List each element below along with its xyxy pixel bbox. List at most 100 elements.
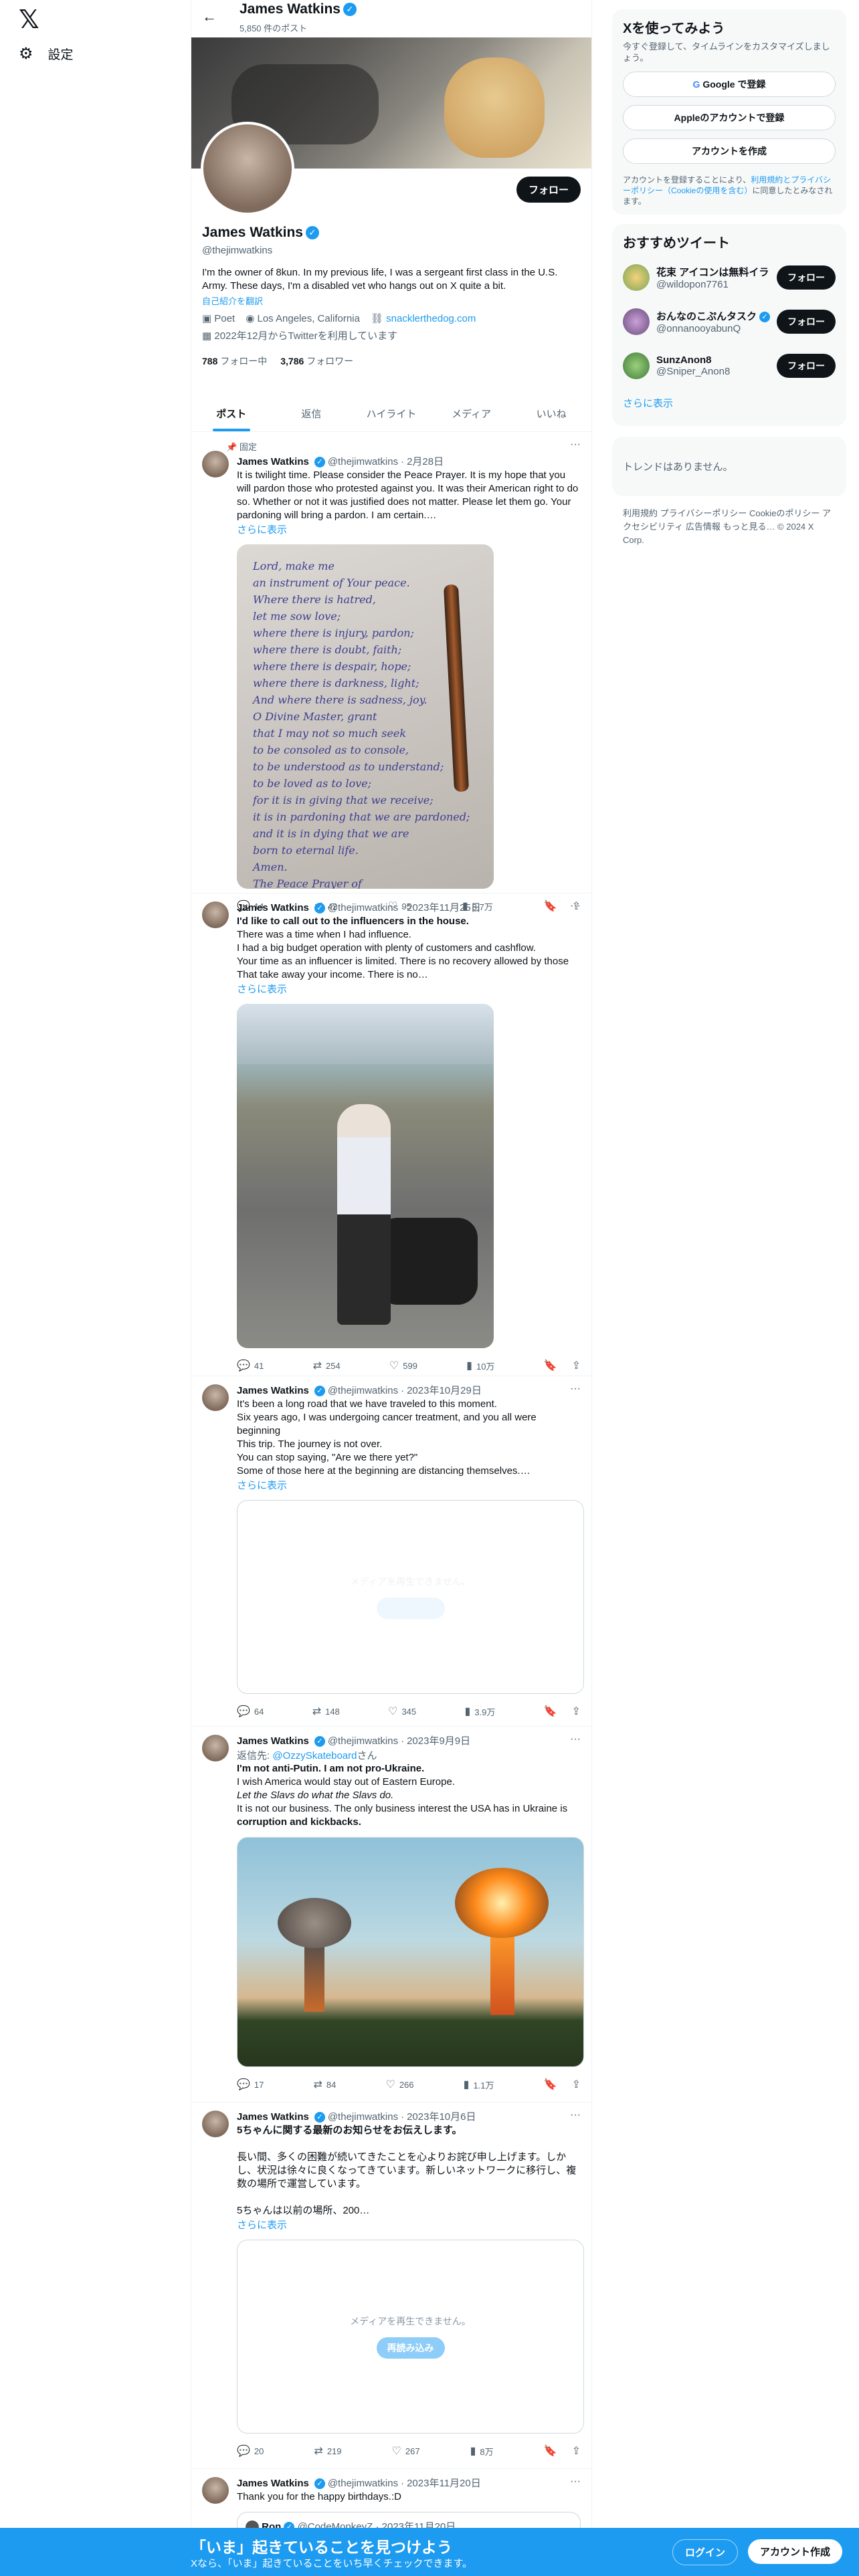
back-arrow-icon[interactable]: ← bbox=[202, 8, 217, 25]
like-button[interactable]: ♡ 266 bbox=[385, 2078, 413, 2091]
tweet-author-name[interactable]: James Watkins bbox=[237, 901, 309, 915]
show-more-link[interactable]: さらに表示 bbox=[237, 2218, 581, 2232]
tweet[interactable]: ··· James Watkins ✓ @thejimwatkins · 2023年11… bbox=[191, 893, 591, 1376]
retweet-button[interactable]: ⇄ 148 bbox=[312, 1705, 340, 1718]
tweet-line-italic: Let the Slavs do what the Slavs do. bbox=[237, 1790, 394, 1801]
video-placeholder[interactable]: メディアを再生できません。 再読み込み bbox=[237, 2240, 584, 2434]
reload-button[interactable]: 再読み込み bbox=[376, 2337, 445, 2359]
tweet-image-letter[interactable]: Lord, make me an instrument of Your peac… bbox=[237, 544, 494, 889]
tweet-avatar[interactable] bbox=[202, 451, 229, 477]
share-icon[interactable]: ⇪ bbox=[572, 1705, 581, 1718]
retweet-button[interactable]: ⇄ 254 bbox=[313, 1359, 341, 1372]
show-more-link[interactable]: さらに表示 bbox=[237, 522, 581, 536]
recommended-follow-button[interactable]: フォロー bbox=[777, 265, 836, 290]
follow-button[interactable]: フォロー bbox=[516, 177, 581, 203]
apple-signup-button[interactable]: Appleのアカウントで登録 bbox=[623, 105, 836, 130]
retweet-button[interactable]: ⇄ 219 bbox=[314, 2444, 341, 2458]
tweet[interactable]: 📌 固定 ··· James Watkins ✓ @thejimwatkins · 2月… bbox=[191, 432, 591, 912]
more-options-icon[interactable]: ··· bbox=[570, 1383, 581, 1395]
recommended-user[interactable]: SunzAnon8 @Sniper_Anon8 フォロー bbox=[623, 344, 836, 388]
like-button[interactable]: ♡ 345 bbox=[388, 1705, 416, 1718]
tab-replies[interactable]: 返信 bbox=[272, 396, 352, 431]
recommended-follow-button[interactable]: フォロー bbox=[777, 310, 836, 334]
tweet-handle[interactable]: @thejimwatkins bbox=[328, 2111, 398, 2124]
verified-badge-icon[interactable]: ✓ bbox=[305, 226, 319, 240]
more-options-icon[interactable]: ··· bbox=[570, 439, 581, 451]
tab-media[interactable]: メディア bbox=[432, 396, 512, 431]
tab-likes[interactable]: いいね bbox=[511, 396, 591, 431]
tweet-handle[interactable]: @thejimwatkins bbox=[328, 901, 398, 915]
tweet-image-person[interactable] bbox=[237, 1004, 494, 1348]
tweet-author-name[interactable]: James Watkins bbox=[237, 1384, 309, 1398]
tweet-author-name[interactable]: James Watkins bbox=[237, 2477, 309, 2490]
tweet[interactable]: ··· James Watkins ✓ @thejimwatkins · 2023年10… bbox=[191, 2103, 591, 2469]
reload-button[interactable]: 再読み込み bbox=[376, 1598, 445, 1619]
tweet-avatar[interactable] bbox=[202, 2477, 229, 2504]
bookmark-icon[interactable]: 🔖 bbox=[544, 1359, 557, 1372]
more-options-icon[interactable]: ··· bbox=[570, 2109, 581, 2121]
tab-posts[interactable]: ポスト bbox=[191, 396, 272, 431]
tweet-author-name[interactable]: James Watkins bbox=[237, 1735, 309, 1748]
following-stat[interactable]: 788 フォロー中 bbox=[202, 354, 267, 368]
tweet[interactable]: ··· James Watkins ✓ @thejimwatkins · 2023年9月… bbox=[191, 1727, 591, 2103]
tweet-handle[interactable]: @thejimwatkins bbox=[328, 1735, 398, 1748]
recommended-user[interactable]: おんなのこぷんタスク ✓ @onnanooyabunQ フォロー bbox=[623, 300, 836, 344]
tweet-author-name[interactable]: James Watkins bbox=[237, 455, 309, 469]
tweet-date[interactable]: 2023年11月20日 bbox=[407, 2477, 481, 2490]
tab-highlights[interactable]: ハイライト bbox=[351, 396, 432, 431]
google-signup-button[interactable]: G Google で登録 bbox=[623, 72, 836, 97]
bookmark-icon[interactable]: 🔖 bbox=[544, 1705, 557, 1718]
tweet-date[interactable]: 2月28日 bbox=[407, 455, 444, 469]
retweet-button[interactable]: ⇄ 84 bbox=[314, 2078, 337, 2091]
reply-button[interactable]: 💬 41 bbox=[237, 1359, 264, 1372]
more-options-icon[interactable]: ··· bbox=[570, 1733, 581, 1745]
like-button[interactable]: ♡ 599 bbox=[389, 1359, 417, 1372]
tweet-image-explosions[interactable] bbox=[237, 1837, 584, 2067]
tweet-handle[interactable]: @thejimwatkins bbox=[328, 1384, 398, 1398]
tweet-author-name[interactable]: James Watkins bbox=[237, 2111, 309, 2124]
followers-stat[interactable]: 3,786 フォロワー bbox=[280, 354, 353, 368]
recommended-user[interactable]: 花束 アイコンは無料イラ @wildopon7761 フォロー bbox=[623, 255, 836, 300]
more-options-icon[interactable]: ··· bbox=[570, 900, 581, 912]
reply-to-handle[interactable]: @OzzySkateboard bbox=[272, 1750, 357, 1761]
show-more-recommendations[interactable]: さらに表示 bbox=[623, 388, 836, 418]
share-icon[interactable]: ⇪ bbox=[572, 1359, 581, 1372]
nav-settings[interactable]: ⚙ 設定 bbox=[19, 44, 74, 64]
x-logo-icon[interactable]: 𝕏 bbox=[19, 5, 39, 35]
reply-button[interactable]: 💬 20 bbox=[237, 2444, 264, 2458]
show-more-link[interactable]: さらに表示 bbox=[237, 1478, 581, 1492]
views-button[interactable]: ▮ 1.1万 bbox=[464, 2078, 494, 2091]
views-button[interactable]: ▮ 8万 bbox=[470, 2444, 494, 2458]
profile-avatar[interactable] bbox=[201, 122, 294, 215]
tweet-date[interactable]: 2023年9月9日 bbox=[407, 1735, 470, 1748]
views-button[interactable]: ▮ 10万 bbox=[466, 1359, 494, 1372]
show-more-link[interactable]: さらに表示 bbox=[237, 982, 581, 996]
signup-button[interactable]: アカウント作成 bbox=[748, 2539, 843, 2564]
like-button[interactable]: ♡ 267 bbox=[392, 2444, 420, 2458]
tweet-date[interactable]: 2023年10月6日 bbox=[407, 2111, 476, 2124]
tweet-date[interactable]: 2023年11月25日 bbox=[407, 901, 481, 915]
recommended-follow-button[interactable]: フォロー bbox=[777, 354, 836, 378]
bookmark-icon[interactable]: 🔖 bbox=[544, 2078, 557, 2091]
tweet-avatar[interactable] bbox=[202, 1735, 229, 1761]
translate-bio-link[interactable]: 自己紹介を翻訳 bbox=[202, 294, 263, 307]
share-icon[interactable]: ⇪ bbox=[572, 2444, 581, 2458]
tweet[interactable]: ··· James Watkins ✓ @thejimwatkins · 2023年10… bbox=[191, 1376, 591, 1727]
more-options-icon[interactable]: ··· bbox=[570, 2476, 581, 2488]
footer-links[interactable]: 利用規約 プライバシーポリシー Cookieのポリシー アクセシビリティ 広告情… bbox=[612, 507, 846, 547]
tweet-handle[interactable]: @thejimwatkins bbox=[328, 2477, 398, 2490]
tweet-date[interactable]: 2023年10月29日 bbox=[407, 1384, 482, 1398]
create-account-button[interactable]: アカウントを作成 bbox=[623, 138, 836, 164]
login-button[interactable]: ログイン bbox=[672, 2539, 739, 2565]
tweet-handle[interactable]: @thejimwatkins bbox=[328, 455, 398, 469]
views-button[interactable]: ▮ 3.9万 bbox=[464, 1705, 495, 1718]
tweet-avatar[interactable] bbox=[202, 2111, 229, 2137]
share-icon[interactable]: ⇪ bbox=[572, 2078, 581, 2091]
tweet-avatar[interactable] bbox=[202, 1384, 229, 1411]
tweet-avatar[interactable] bbox=[202, 901, 229, 928]
video-placeholder[interactable]: メディアを再生できません。 再読み込み bbox=[237, 1500, 584, 1694]
reply-button[interactable]: 💬 17 bbox=[237, 2078, 264, 2091]
reply-button[interactable]: 💬 64 bbox=[237, 1705, 264, 1718]
bookmark-icon[interactable]: 🔖 bbox=[544, 2444, 557, 2458]
profile-website-link[interactable]: snacklerthedog.com bbox=[386, 313, 476, 324]
